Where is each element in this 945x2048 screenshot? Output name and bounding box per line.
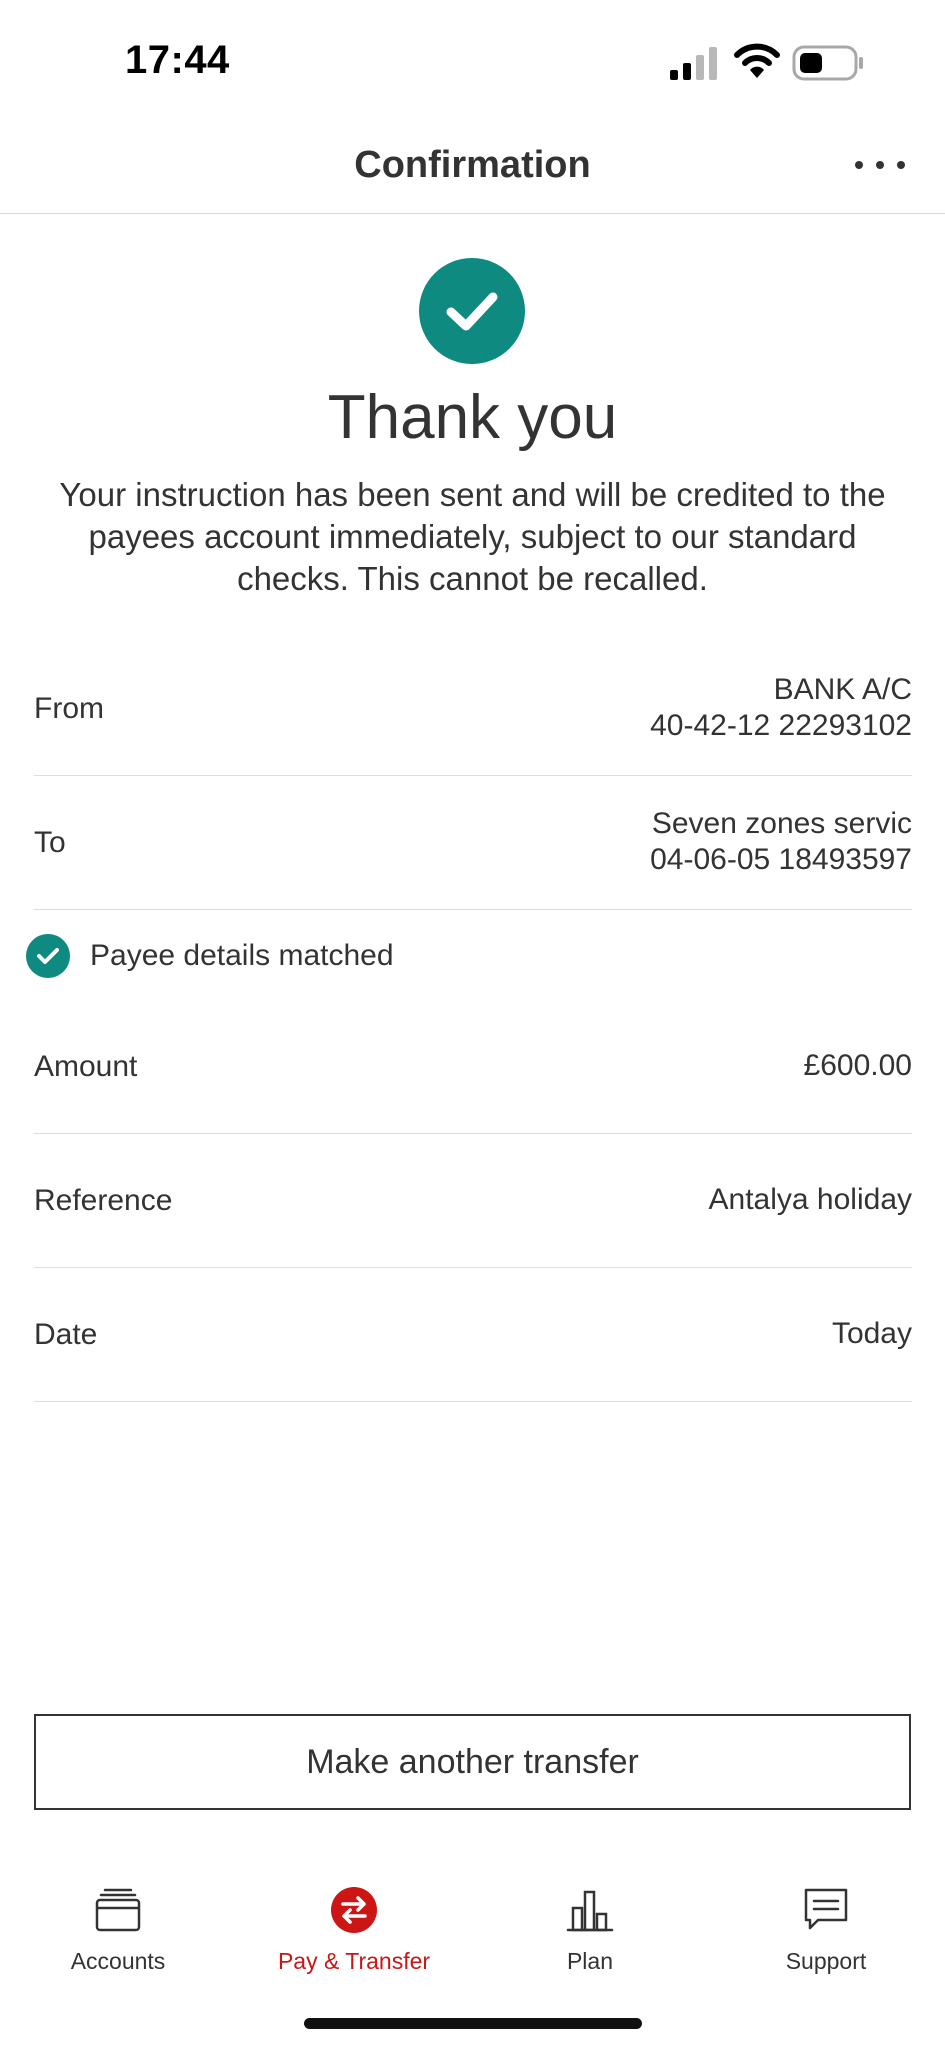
to-value: Seven zones servic 04-06-05 18493597 xyxy=(650,806,912,878)
bottom-navigation: Accounts Pay & Transfer Plan Support xyxy=(0,1872,945,1982)
chat-icon xyxy=(804,1888,848,1930)
to-label: To xyxy=(34,826,66,859)
confirmation-message: Your instruction has been sent and will … xyxy=(59,476,886,597)
amount-label: Amount xyxy=(34,1050,138,1083)
battery-icon xyxy=(792,45,863,81)
reference-value: Antalya holiday xyxy=(708,1183,912,1216)
confirmation-screen: 17:44 Confirmation Thank you Your instru… xyxy=(0,0,945,2048)
reference-row: Reference Antalya holiday xyxy=(34,1134,912,1268)
more-options-button[interactable] xyxy=(855,150,905,180)
make-another-transfer-button[interactable]: Make another transfer xyxy=(34,1714,911,1810)
amount-value: £600.00 xyxy=(803,1049,912,1082)
nav-label-accounts: Accounts xyxy=(70,1948,166,1974)
signal-icon xyxy=(670,47,717,80)
from-account-name: BANK A/C xyxy=(773,673,912,706)
more-dot-icon xyxy=(876,161,884,169)
match-check-icon xyxy=(26,934,70,978)
page-title: Confirmation xyxy=(354,144,591,186)
reference-label: Reference xyxy=(34,1184,173,1217)
header: Confirmation xyxy=(0,120,945,214)
wifi-icon xyxy=(734,43,780,78)
payee-match-status: Payee details matched xyxy=(26,934,394,978)
thank-you-heading: Thank you xyxy=(327,383,618,452)
home-indicator[interactable] xyxy=(304,2018,642,2029)
status-bar: 17:44 xyxy=(0,0,945,120)
to-payee-name: Seven zones servic xyxy=(651,807,912,840)
more-dot-icon xyxy=(897,161,905,169)
wallet-icon xyxy=(95,1888,141,1932)
nav-item-support[interactable]: Support xyxy=(726,1872,926,1975)
from-row: From BANK A/C 40-42-12 22293102 xyxy=(34,650,912,776)
nav-label-support: Support xyxy=(785,1948,867,1974)
payee-match-text: Payee details matched xyxy=(90,939,394,972)
date-label: Date xyxy=(34,1318,98,1351)
date-value: Today xyxy=(831,1317,912,1350)
to-row: To Seven zones servic 04-06-05 18493597 xyxy=(34,776,912,910)
more-dot-icon xyxy=(855,161,863,169)
from-account-number: 40-42-12 22293102 xyxy=(650,709,912,742)
transfer-icon xyxy=(331,1887,377,1933)
amount-row: Amount £600.00 xyxy=(34,1000,912,1134)
status-time: 17:44 xyxy=(125,38,230,82)
bar-chart-icon xyxy=(566,1890,614,1932)
to-account-number: 04-06-05 18493597 xyxy=(650,843,912,876)
success-check-icon xyxy=(419,258,525,364)
nav-item-plan[interactable]: Plan xyxy=(490,1872,690,1975)
nav-item-pay-transfer[interactable]: Pay & Transfer xyxy=(254,1872,454,1975)
from-label: From xyxy=(34,692,104,725)
nav-label-pay-transfer: Pay & Transfer xyxy=(277,1948,431,1974)
nav-label-plan: Plan xyxy=(566,1948,614,1974)
from-value: BANK A/C 40-42-12 22293102 xyxy=(650,672,912,744)
date-row: Date Today xyxy=(34,1268,912,1402)
nav-item-accounts[interactable]: Accounts xyxy=(18,1872,218,1975)
